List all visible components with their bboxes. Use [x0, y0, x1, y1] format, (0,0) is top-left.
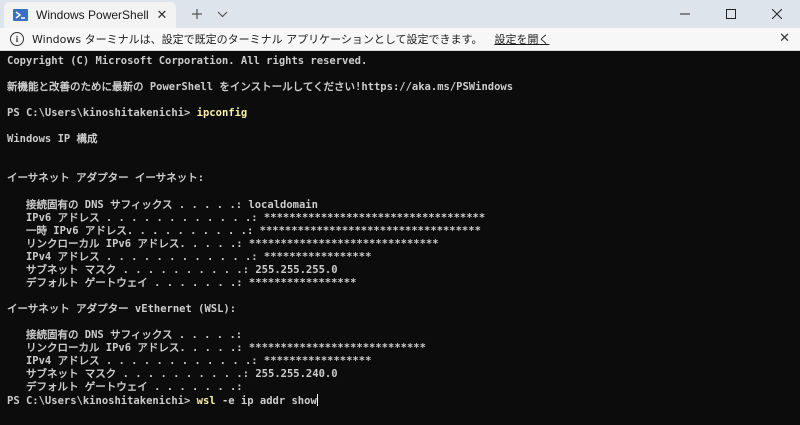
output-line: デフォルト ゲートウェイ . . . . . . .:	[7, 381, 243, 394]
close-icon[interactable]	[754, 0, 800, 28]
tab-close-icon[interactable]: ✕	[152, 5, 172, 25]
output-line: 接続固有の DNS サフィックス . . . . .:	[7, 328, 243, 341]
output-line: 新機能と改善のために最新の PowerShell をインストールしてください!h…	[7, 81, 514, 94]
prompt-line: PS C:\Users\kinoshitakenichi> wsl -e ip …	[7, 394, 800, 407]
prompt-text: PS C:\Users\kinoshitakenichi>	[7, 107, 197, 120]
tab-title: Windows PowerShell	[36, 8, 149, 22]
output-line: デフォルト ゲートウェイ . . . . . . .: ************…	[7, 276, 357, 289]
command-args: -e ip addr show	[215, 395, 317, 408]
new-tab-plus-icon[interactable]	[187, 4, 207, 24]
output-line: イーサネット アダプター vEthernet (WSL):	[7, 302, 237, 315]
info-message: Windows ターミナルは、設定で既定のターミナル アプリケーションとして設定…	[32, 33, 483, 46]
output-line: 接続固有の DNS サフィックス . . . . .: localdomain	[7, 198, 318, 211]
prompt-line: PS C:\Users\kinoshitakenichi> ipconfig	[7, 107, 800, 120]
output-line: イーサネット アダプター イーサネット:	[7, 172, 205, 185]
minimize-icon[interactable]	[662, 0, 708, 28]
output-line: リンクローカル IPv6 アドレス. . . . .: ************…	[7, 237, 439, 250]
output-line: IPv4 アドレス . . . . . . . . . . . .: *****…	[7, 355, 372, 368]
output-line: リンクローカル IPv6 アドレス. . . . .: ************…	[7, 342, 426, 355]
terminal-output[interactable]: Copyright (C) Microsoft Corporation. All…	[0, 51, 800, 425]
info-bar: i Windows ターミナルは、設定で既定のターミナル アプリケーションとして…	[0, 28, 800, 51]
command-text: wsl	[196, 395, 216, 408]
prompt-text: PS C:\Users\kinoshitakenichi>	[7, 395, 197, 408]
maximize-icon[interactable]	[708, 0, 754, 28]
output-line: IPv6 アドレス . . . . . . . . . . . .: *****…	[7, 211, 486, 224]
command-text: ipconfig	[196, 107, 248, 120]
powershell-icon	[13, 9, 28, 21]
output-line: 一時 IPv6 アドレス. . . . . . . . . .: *******…	[7, 224, 481, 237]
tab-powershell[interactable]: Windows PowerShell ✕	[4, 2, 176, 28]
output-line: Windows IP 構成	[7, 133, 98, 146]
chevron-down-icon[interactable]	[212, 4, 232, 24]
text-cursor	[316, 394, 318, 407]
info-close-icon[interactable]: ✕	[779, 31, 790, 46]
output-line: サブネット マスク . . . . . . . . . .: 255.255.2…	[7, 368, 338, 381]
output-line: サブネット マスク . . . . . . . . . .: 255.255.2…	[7, 263, 338, 276]
open-settings-link[interactable]: 設定を開く	[494, 31, 549, 47]
output-line: Copyright (C) Microsoft Corporation. All…	[7, 55, 368, 67]
output-line: IPv4 アドレス . . . . . . . . . . . .: *****…	[7, 250, 372, 263]
info-icon: i	[10, 32, 24, 46]
title-bar: Windows PowerShell ✕	[0, 0, 800, 28]
